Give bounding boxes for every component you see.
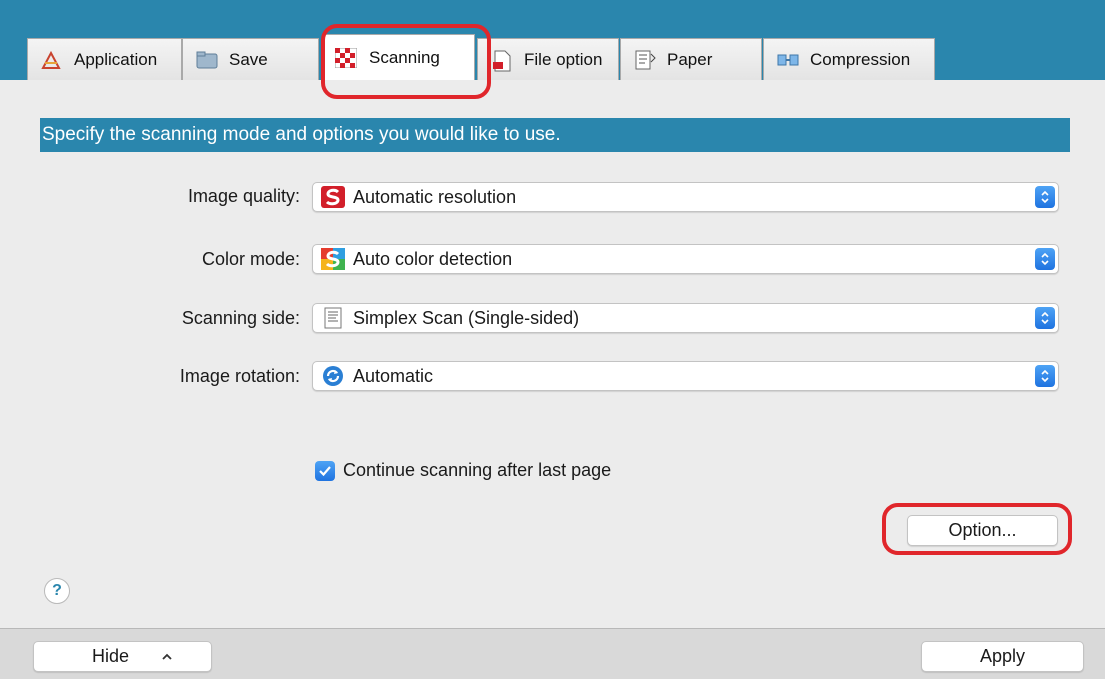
tab-save-label: Save bbox=[229, 49, 268, 69]
image-quality-label: Image quality: bbox=[187, 186, 300, 206]
updown-chevron-icon bbox=[1035, 365, 1055, 387]
chevron-up-icon bbox=[162, 653, 172, 660]
compression-icon bbox=[776, 50, 800, 70]
rotate-icon bbox=[321, 365, 345, 387]
updown-chevron-icon bbox=[1035, 307, 1055, 329]
tab-file-option-label: File option bbox=[524, 49, 603, 69]
image-quality-value: Automatic resolution bbox=[353, 186, 517, 207]
continue-scanning-checkbox[interactable] bbox=[315, 460, 335, 481]
file-icon bbox=[490, 50, 514, 71]
updown-chevron-icon bbox=[1035, 186, 1055, 208]
tab-file-option[interactable]: File option bbox=[477, 38, 619, 80]
checkmark-icon bbox=[319, 465, 331, 476]
scanning-side-value: Simplex Scan (Single-sided) bbox=[353, 307, 580, 328]
continue-scanning-label: Continue scanning after last page bbox=[343, 460, 612, 480]
apply-button[interactable]: Apply bbox=[921, 641, 1084, 672]
color-mode-select[interactable]: Auto color detection bbox=[312, 244, 1059, 274]
image-quality-select[interactable]: Automatic resolution bbox=[312, 182, 1059, 212]
application-icon bbox=[40, 50, 64, 70]
image-rotation-value: Automatic bbox=[353, 365, 434, 386]
tab-application[interactable]: Application bbox=[27, 38, 182, 80]
folder-icon bbox=[195, 50, 219, 70]
instruction-banner: Specify the scanning mode and options yo… bbox=[40, 118, 1070, 152]
continue-scanning-option[interactable]: Continue scanning after last page bbox=[315, 460, 611, 481]
auto-color-icon bbox=[321, 248, 345, 270]
image-rotation-label: Image rotation: bbox=[179, 366, 300, 386]
tab-paper[interactable]: Paper bbox=[620, 38, 762, 80]
updown-chevron-icon bbox=[1035, 248, 1055, 270]
tab-save[interactable]: Save bbox=[182, 38, 319, 80]
help-button[interactable]: ? bbox=[44, 578, 70, 604]
tab-paper-label: Paper bbox=[667, 49, 713, 69]
image-rotation-select[interactable]: Automatic bbox=[312, 361, 1059, 391]
option-button[interactable]: Option... bbox=[907, 515, 1058, 546]
scanning-icon bbox=[334, 47, 359, 68]
tab-compression[interactable]: Compression bbox=[763, 38, 935, 80]
hide-button-label: Hide bbox=[92, 646, 130, 666]
tab-bar: Application Save Scanning File option Pa… bbox=[0, 0, 1105, 80]
scanning-side-label: Scanning side: bbox=[181, 308, 300, 328]
tab-scanning-label: Scanning bbox=[369, 47, 440, 67]
color-mode-label: Color mode: bbox=[201, 249, 300, 269]
hide-button[interactable]: Hide bbox=[33, 641, 212, 672]
paper-icon bbox=[633, 50, 657, 70]
color-mode-value: Auto color detection bbox=[353, 248, 513, 269]
tab-application-label: Application bbox=[74, 49, 158, 69]
scanning-side-select[interactable]: Simplex Scan (Single-sided) bbox=[312, 303, 1059, 333]
tab-compression-label: Compression bbox=[810, 49, 911, 69]
simplex-page-icon bbox=[321, 307, 345, 329]
tab-scanning[interactable]: Scanning bbox=[322, 34, 475, 80]
automatic-resolution-icon bbox=[321, 186, 345, 208]
